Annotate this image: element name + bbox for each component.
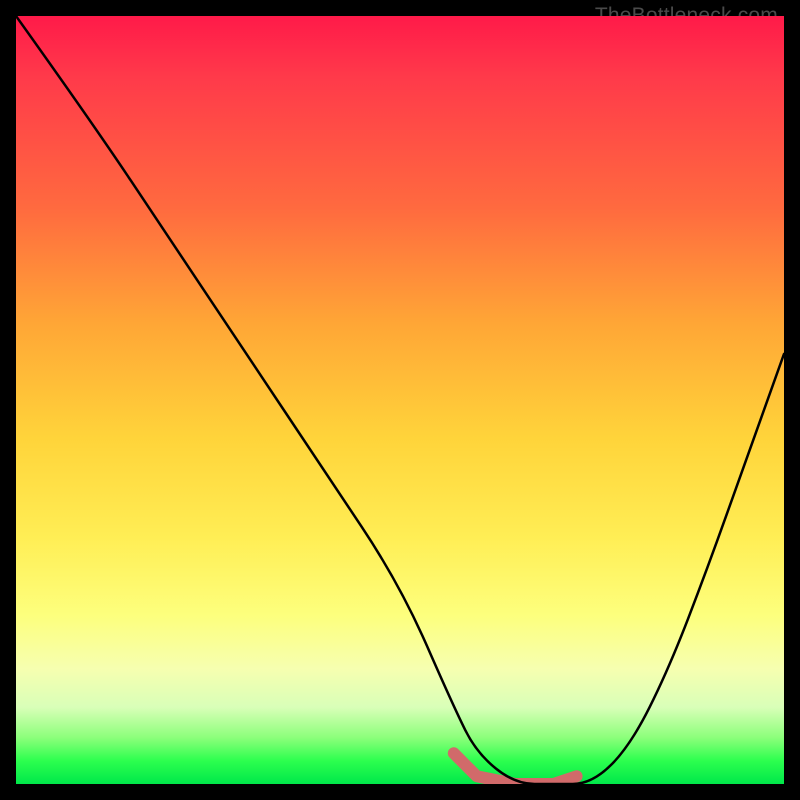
curve-svg	[16, 16, 784, 784]
optimum-band-path	[454, 753, 577, 784]
gradient-plot-area	[16, 16, 784, 784]
chart-frame: TheBottleneck.com	[0, 0, 800, 800]
bottleneck-curve-path	[16, 16, 784, 784]
